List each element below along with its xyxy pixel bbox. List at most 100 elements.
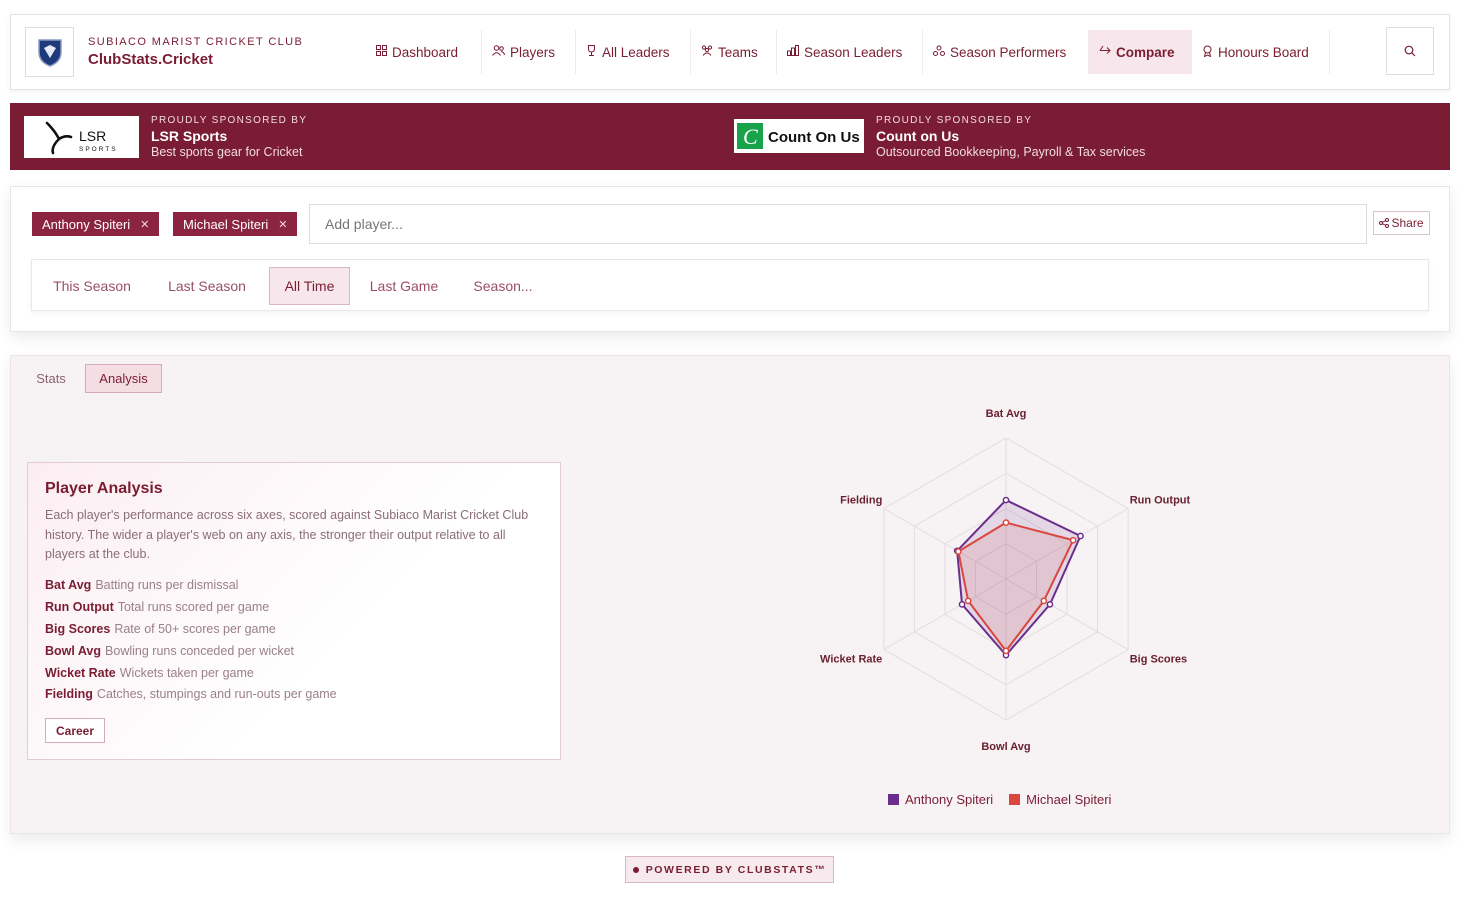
legend-swatch xyxy=(1009,794,1021,805)
powered-by-badge[interactable]: POWERED BY CLUBSTATS™ xyxy=(625,856,834,883)
club-crest-icon xyxy=(37,39,62,67)
nav-label: Teams xyxy=(718,44,758,60)
career-button[interactable]: Career xyxy=(45,718,105,743)
nav-season-performers[interactable]: Season Performers xyxy=(923,30,1089,74)
nav-dashboard[interactable]: Dashboard xyxy=(366,30,482,74)
share-label: Share xyxy=(1391,216,1424,230)
compare-icon xyxy=(1099,45,1111,59)
chart-legend: Anthony Spiteri Michael Spiteri xyxy=(888,792,1111,807)
dot-icon xyxy=(632,866,639,873)
axis-name: Big Scores xyxy=(45,622,111,636)
tab-season-select[interactable]: Season... xyxy=(458,267,548,305)
compare-selection-panel: Anthony Spiteri ✕ Michael Spiteri ✕ Shar… xyxy=(10,186,1450,332)
sponsor-label: PROUDLY SPONSORED BY xyxy=(876,115,1033,126)
radar-axis-label: Run Output xyxy=(1130,495,1191,507)
award-icon xyxy=(933,45,945,59)
legend-item[interactable]: Michael Spiteri xyxy=(1009,792,1111,807)
nav-season-leaders[interactable]: Season Leaders xyxy=(777,30,923,74)
medal-icon xyxy=(1202,45,1213,60)
radar-axis-label: Wicket Rate xyxy=(820,654,882,666)
bar-chart-icon xyxy=(787,45,799,59)
search-button[interactable] xyxy=(1386,27,1434,75)
axis-definition: Wicket Rate Wickets taken per game xyxy=(45,666,254,680)
nav-label: Season Performers xyxy=(950,44,1067,60)
axis-name: Fielding xyxy=(45,687,93,701)
tab-analysis[interactable]: Analysis xyxy=(85,364,162,393)
sponsor-desc: Best sports gear for Cricket xyxy=(151,145,303,159)
card-title: Player Analysis xyxy=(45,480,163,497)
radar-data-point xyxy=(1046,601,1054,608)
tab-this-season[interactable]: This Season xyxy=(39,267,145,305)
radar-axis-label: Bowl Avg xyxy=(981,741,1030,753)
tab-stats[interactable]: Stats xyxy=(25,364,77,393)
axis-definition: Fielding Catches, stumpings and run-outs … xyxy=(45,687,337,701)
count-on-us-logo-text: Count On Us xyxy=(768,129,860,146)
legend-item[interactable]: Anthony Spiteri xyxy=(888,792,993,807)
lsr-sports-logo[interactable]: LSR SPORTS xyxy=(24,116,139,158)
nav-label: All Leaders xyxy=(602,44,670,60)
player-chip-label: Anthony Spiteri xyxy=(42,216,131,232)
nav-honours-board[interactable]: Honours Board xyxy=(1192,30,1330,74)
tab-all-time[interactable]: All Time xyxy=(269,267,350,305)
lsr-logo-graphic: LSR SPORTS xyxy=(45,121,118,155)
sponsor-name[interactable]: LSR Sports xyxy=(151,128,227,144)
radar-data-point xyxy=(964,597,972,605)
axis-definition: Run Output Total runs scored per game xyxy=(45,600,269,614)
axis-definition: Bowl Avg Bowling runs conceded per wicket xyxy=(45,644,294,658)
main-nav: Dashboard Players All Leaders Teams Seas… xyxy=(366,30,1330,74)
lsr-logo-subtext: SPORTS xyxy=(79,146,118,153)
count-on-us-logo-graphic: C Count On Us xyxy=(737,123,860,149)
sponsor-name[interactable]: Count on Us xyxy=(876,128,959,144)
axis-name: Wicket Rate xyxy=(45,666,116,680)
remove-icon[interactable]: ✕ xyxy=(278,218,287,231)
nav-all-leaders[interactable]: All Leaders xyxy=(576,30,691,74)
radar-data-point xyxy=(1040,597,1048,605)
users-icon xyxy=(492,45,505,59)
legend-label: Michael Spiteri xyxy=(1026,792,1112,807)
sponsor-bar: LSR SPORTS PROUDLY SPONSORED BY LSR Spor… xyxy=(10,103,1450,170)
radar-data-point xyxy=(1002,647,1010,655)
axis-name: Bat Avg xyxy=(45,578,92,592)
nav-players[interactable]: Players xyxy=(482,30,576,74)
tab-last-season[interactable]: Last Season xyxy=(153,267,261,305)
axis-desc: Total runs scored per game xyxy=(117,600,270,614)
axis-name: Bowl Avg xyxy=(45,644,102,658)
count-on-us-logo[interactable]: C Count On Us xyxy=(734,119,864,153)
grid-icon xyxy=(376,45,387,59)
card-description: Each player's performance across six axe… xyxy=(45,508,529,561)
site-title[interactable]: ClubStats.Cricket xyxy=(88,51,213,68)
axis-definition: Bat Avg Batting runs per dismissal xyxy=(45,578,238,592)
axis-definition: Big Scores Rate of 50+ scores per game xyxy=(45,622,276,636)
tab-last-game[interactable]: Last Game xyxy=(358,267,450,305)
radar-data-point xyxy=(1002,519,1010,526)
powered-text: POWERED BY CLUBSTATS™ xyxy=(645,863,827,876)
remove-icon[interactable]: ✕ xyxy=(140,218,149,231)
share-button[interactable]: Share xyxy=(1373,211,1430,235)
trophy-icon xyxy=(586,45,597,59)
svg-text:C: C xyxy=(743,124,758,149)
search-icon xyxy=(1404,45,1416,57)
club-logo[interactable] xyxy=(25,27,74,77)
sponsor-desc: Outsourced Bookkeeping, Payroll & Tax se… xyxy=(876,145,1146,159)
axis-desc: Bowling runs conceded per wicket xyxy=(105,644,295,658)
nav-compare[interactable]: Compare xyxy=(1089,30,1192,74)
axis-desc: Catches, stumpings and run-outs per game xyxy=(96,687,337,701)
radar-data-point xyxy=(958,601,966,608)
analysis-panel: Stats Analysis Player Analysis Each play… xyxy=(10,355,1450,834)
sponsor-label: PROUDLY SPONSORED BY xyxy=(151,115,308,126)
radar-data-point xyxy=(1002,496,1010,504)
radar-data-point xyxy=(1069,536,1077,544)
period-tabs: This Season Last Season All Time Last Ga… xyxy=(31,259,1429,311)
nav-teams[interactable]: Teams xyxy=(691,30,777,74)
player-chip[interactable]: Michael Spiteri ✕ xyxy=(173,212,298,236)
legend-label: Anthony Spiteri xyxy=(905,792,994,807)
nav-label: Season Leaders xyxy=(804,44,903,60)
player-chip-label: Michael Spiteri xyxy=(183,216,269,232)
axis-name: Run Output xyxy=(45,600,114,614)
axis-desc: Batting runs per dismissal xyxy=(95,578,239,592)
nav-label: Honours Board xyxy=(1218,44,1309,60)
player-chip[interactable]: Anthony Spiteri ✕ xyxy=(32,212,160,236)
axis-desc: Rate of 50+ scores per game xyxy=(114,622,276,636)
add-player-input[interactable] xyxy=(309,204,1367,244)
radar-axis-label: Big Scores xyxy=(1130,654,1187,666)
